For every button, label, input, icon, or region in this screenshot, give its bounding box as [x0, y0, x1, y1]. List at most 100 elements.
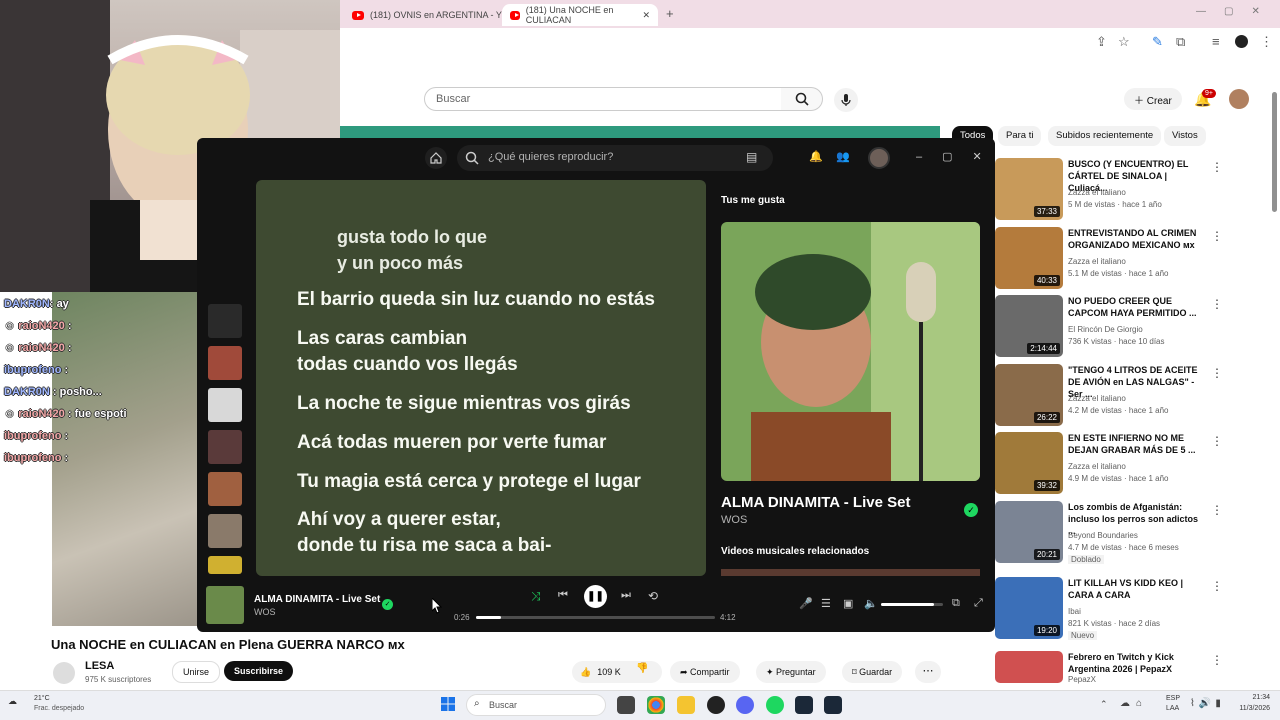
- file-explorer-icon[interactable]: [677, 696, 695, 714]
- network-volume-battery-icons[interactable]: ⌇🔊▮: [1190, 698, 1225, 709]
- library-item[interactable]: [208, 556, 242, 574]
- media-icon[interactable]: ≡: [1212, 34, 1220, 49]
- more-actions-icon[interactable]: ⋯: [915, 661, 941, 683]
- related-video-item[interactable]: 37:33 BUSCO (Y ENCUENTRO) EL CÁRTEL DE SI…: [995, 158, 1265, 222]
- queue-icon[interactable]: ☰: [821, 597, 831, 610]
- video-thumbnail[interactable]: 39:32: [995, 432, 1063, 494]
- spotify-search-input[interactable]: ¿Qué quieres reproducir?: [457, 145, 773, 171]
- subscribe-button[interactable]: Suscribirse: [224, 661, 294, 681]
- video-thumbnail[interactable]: 26:22: [995, 364, 1063, 426]
- now-playing-title[interactable]: ALMA DINAMITA - Live Set: [254, 594, 380, 605]
- new-tab-button[interactable]: +: [666, 6, 674, 21]
- library-item[interactable]: [208, 346, 242, 380]
- thumbs-down-icon[interactable]: 👎: [636, 663, 648, 674]
- related-video-channel[interactable]: PepazX: [1068, 675, 1096, 684]
- related-video-channel[interactable]: Ibai: [1068, 607, 1081, 616]
- devices-icon[interactable]: ▣: [843, 597, 853, 610]
- kebab-menu-icon[interactable]: ⋮: [1260, 34, 1273, 50]
- friends-icon[interactable]: 👥: [836, 150, 850, 163]
- lyric-line[interactable]: La noche te sigue mientras vos girás: [297, 391, 631, 417]
- related-video-item[interactable]: 2:14:44 NO PUEDO CREER QUE CAPCOM HAYA PE…: [995, 295, 1265, 359]
- task-view-icon[interactable]: [617, 696, 635, 714]
- progress-track[interactable]: [476, 616, 715, 619]
- related-video-channel[interactable]: Zazza el italiano: [1068, 257, 1126, 266]
- spotify-window-controls[interactable]: –▢✕: [916, 150, 1002, 163]
- related-video-item[interactable]: 39:32 EN ESTE INFIERNO NO ME DEJAN GRABAR…: [995, 432, 1265, 496]
- create-button[interactable]: ＋ Crear: [1124, 88, 1182, 110]
- profile-avatar[interactable]: [1235, 35, 1248, 48]
- obs-icon[interactable]: [707, 696, 725, 714]
- related-video-thumb[interactable]: [721, 569, 980, 576]
- close-icon[interactable]: ✕: [642, 10, 650, 21]
- liked-check-icon[interactable]: ✓: [964, 503, 978, 517]
- related-video-title[interactable]: LIT KILLAH VS KIDD KEO | CARA A CARA: [1068, 577, 1208, 601]
- clock-date[interactable]: 11/3/2026: [1230, 705, 1270, 712]
- join-button[interactable]: Unirse: [172, 661, 221, 683]
- like-button[interactable]: 👍 109 K: [572, 661, 662, 683]
- fullscreen-icon[interactable]: ⤢: [974, 597, 983, 610]
- now-playing-thumb[interactable]: [206, 586, 244, 624]
- puzzle-icon[interactable]: ⧉: [1176, 34, 1185, 50]
- volume-slider[interactable]: [881, 603, 943, 606]
- miniplayer-icon[interactable]: ⧉: [952, 597, 960, 610]
- lyric-line[interactable]: gusta todo lo que: [337, 224, 487, 250]
- related-video-item[interactable]: 19:20 LIT KILLAH VS KIDD KEO | CARA A CAR…: [995, 577, 1265, 641]
- chrome-icon[interactable]: [647, 696, 665, 714]
- tray-icons[interactable]: ☁⌂: [1120, 698, 1148, 709]
- related-video-title[interactable]: EN ESTE INFIERNO NO ME DEJAN GRABAR MÁS …: [1068, 432, 1208, 456]
- more-options-icon[interactable]: ⋮: [1211, 229, 1223, 243]
- input-language[interactable]: ESP: [1166, 695, 1180, 702]
- youtube-search-input[interactable]: Buscar: [424, 87, 782, 111]
- spotify-icon[interactable]: [766, 696, 784, 714]
- lyric-line[interactable]: Ahí voy a querer estar,: [297, 507, 501, 533]
- lyric-line[interactable]: Tu magia está cerca y protege el lugar: [297, 469, 641, 495]
- notifications-bell-icon[interactable]: 🔔: [809, 150, 823, 163]
- share-button[interactable]: ➦ Compartir: [670, 661, 740, 683]
- page-scrollbar-thumb[interactable]: [1272, 92, 1277, 212]
- voice-search-button[interactable]: [834, 88, 858, 112]
- channel-avatar[interactable]: [53, 662, 75, 684]
- library-item[interactable]: [208, 430, 242, 464]
- channel-name[interactable]: LESA: [85, 660, 114, 672]
- lyric-line[interactable]: El barrio queda sin luz cuando no estás: [297, 287, 655, 313]
- ask-button[interactable]: ✦ Preguntar: [756, 661, 826, 683]
- related-video-title[interactable]: ENTREVISTANDO AL CRIMEN ORGANIZADO MEXIC…: [1068, 227, 1208, 251]
- tray-chevron-icon[interactable]: ⌃: [1100, 699, 1108, 710]
- related-video-channel[interactable]: Beyond Boundaries: [1068, 531, 1138, 540]
- save-button[interactable]: ⌑ Guardar: [842, 661, 903, 683]
- weather-icon[interactable]: ☁: [8, 696, 17, 707]
- library-item[interactable]: [208, 304, 242, 338]
- track-title[interactable]: ALMA DINAMITA - Live Set: [721, 494, 910, 511]
- lyric-line[interactable]: Las caras cambian: [297, 326, 467, 352]
- browser-tab[interactable]: (181) OVNIS en ARGENTINA - Y ✕: [344, 4, 523, 26]
- more-options-icon[interactable]: ⋮: [1211, 653, 1223, 667]
- spotify-home-button[interactable]: [425, 147, 447, 169]
- lyrics-icon[interactable]: 🎤: [799, 597, 813, 610]
- library-item[interactable]: [208, 472, 242, 506]
- browser-tab-active[interactable]: (181) Una NOCHE en CULIACAN ✕: [502, 4, 658, 26]
- more-options-icon[interactable]: ⋮: [1211, 297, 1223, 311]
- related-video-channel[interactable]: Zazza el italiano: [1068, 188, 1126, 197]
- more-options-icon[interactable]: ⋮: [1211, 503, 1223, 517]
- video-thumbnail[interactable]: 37:33: [995, 158, 1063, 220]
- related-video-channel[interactable]: Zazza el italiano: [1068, 462, 1126, 471]
- related-video-item[interactable]: 40:33 ENTREVISTANDO AL CRIMEN ORGANIZADO …: [995, 227, 1265, 291]
- video-thumbnail[interactable]: 2:14:44: [995, 295, 1063, 357]
- steam-icon[interactable]: [824, 696, 842, 714]
- discord-icon[interactable]: [736, 696, 754, 714]
- video-thumbnail[interactable]: 40:33: [995, 227, 1063, 289]
- more-options-icon[interactable]: ⋮: [1211, 366, 1223, 380]
- search-button[interactable]: [781, 87, 823, 111]
- spotify-profile-avatar[interactable]: [868, 147, 890, 169]
- chip-recently-uploaded[interactable]: Subidos recientemente: [1048, 126, 1162, 146]
- related-video-channel[interactable]: El Rincón De Giorgio: [1068, 325, 1143, 334]
- install-icon[interactable]: ⇪: [1096, 34, 1107, 50]
- browse-icon[interactable]: ▤: [746, 150, 757, 164]
- library-item[interactable]: [208, 514, 242, 548]
- liked-check-icon[interactable]: ✓: [382, 599, 393, 610]
- volume-icon[interactable]: 🔈: [864, 597, 878, 610]
- video-thumbnail[interactable]: 19:20: [995, 577, 1063, 639]
- more-options-icon[interactable]: ⋮: [1211, 434, 1223, 448]
- related-video-title[interactable]: Febrero en Twitch y Kick Argentina 2026 …: [1068, 651, 1208, 675]
- steam-icon[interactable]: [795, 696, 813, 714]
